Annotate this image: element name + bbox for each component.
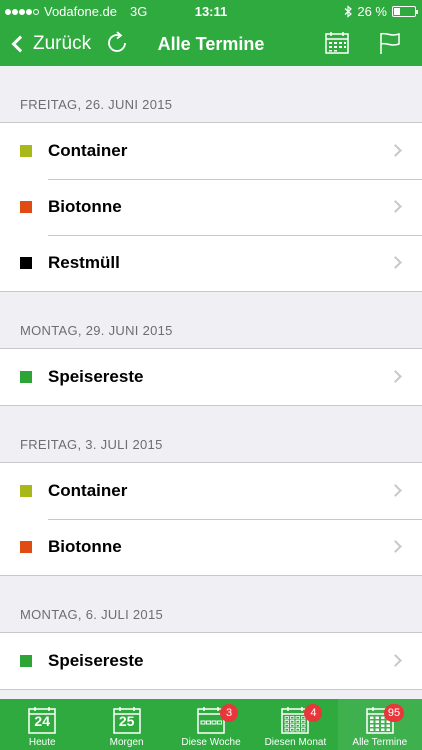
tab-label: Diesen Monat [264, 737, 327, 748]
list-item[interactable]: Container [0, 123, 422, 179]
section-header: FREITAG, 3. JULI 2015 [0, 406, 422, 462]
list-item[interactable]: Speisereste [0, 349, 422, 405]
tab-label: Morgen [109, 737, 144, 748]
list-item[interactable]: Container [0, 463, 422, 519]
section-rows: Speisereste [0, 348, 422, 406]
chevron-right-icon [389, 256, 402, 269]
list-item[interactable]: Restmüll [0, 235, 422, 291]
section-header: MONTAG, 29. JUNI 2015 [0, 292, 422, 348]
color-swatch [20, 655, 32, 667]
flag-icon[interactable] [378, 31, 402, 55]
list-item[interactable]: Biotonne [0, 179, 422, 235]
tab-day-number: 24 [34, 713, 50, 729]
battery-icon [392, 6, 418, 17]
tab-morgen[interactable]: 25 Morgen [84, 699, 168, 750]
color-swatch [20, 257, 32, 269]
tab-diesen-monat[interactable]: 4 Diesen Monat [253, 699, 337, 750]
section-date: MONTAG, 6. JULI 2015 [20, 607, 164, 622]
tab-badge: 4 [304, 704, 323, 722]
tab-day-number: 25 [118, 713, 135, 729]
list-item[interactable]: Speisereste [0, 633, 422, 689]
battery-fill [394, 8, 400, 15]
tab-bar: 24 Heute 25 Morgen 3 Diese Woche 4 Diesen Monat… [0, 699, 422, 750]
section-date: FREITAG, 3. JULI 2015 [20, 437, 163, 452]
section-rows: Speisereste [0, 632, 422, 690]
appointment-list[interactable]: FREITAG, 26. JUNI 2015 Container Biotonne R… [0, 66, 422, 699]
list-item-label: Biotonne [48, 197, 122, 216]
app-header: Vodafone.de 3G 13:11 26 % Zurück Alle Te… [0, 0, 422, 66]
tab-label: Heute [28, 737, 56, 748]
back-button[interactable]: Zurück [10, 30, 91, 58]
list-item-label: Biotonne [48, 537, 122, 556]
chevron-right-icon [389, 144, 402, 157]
chevron-right-icon [389, 370, 402, 383]
chevron-left-icon [11, 35, 29, 53]
color-swatch [20, 485, 32, 497]
color-swatch [20, 371, 32, 383]
list-item[interactable]: Biotonne [0, 519, 422, 575]
tab-diese-woche[interactable]: 3 Diese Woche [169, 699, 253, 750]
chevron-right-icon [389, 540, 402, 553]
section-date: FREITAG, 26. JUNI 2015 [20, 97, 173, 112]
section-header: FREITAG, 26. JUNI 2015 [0, 66, 422, 122]
color-swatch [20, 145, 32, 157]
chevron-right-icon [389, 200, 402, 213]
list-item-label: Restmüll [48, 253, 120, 272]
section-rows: Container Biotonne [0, 462, 422, 576]
calendar-icon[interactable] [325, 31, 349, 55]
list-item-label: Speisereste [48, 367, 144, 386]
chevron-right-icon [389, 484, 402, 497]
refresh-icon[interactable] [104, 30, 130, 56]
color-swatch [20, 201, 32, 213]
tab-label: Diese Woche [181, 737, 241, 748]
list-item-label: Container [48, 141, 128, 160]
status-right: 26 % [344, 4, 418, 19]
tab-label: Alle Termine [352, 737, 408, 748]
section-date: MONTAG, 29. JUNI 2015 [20, 323, 173, 338]
tab-heute[interactable]: 24 Heute [0, 699, 84, 750]
tab-badge: 95 [383, 704, 405, 722]
section-header: MONTAG, 6. JULI 2015 [0, 576, 422, 632]
list-item-label: Speisereste [48, 651, 144, 670]
tab-badge: 3 [220, 704, 239, 722]
navigation-bar: Zurück Alle Termine [0, 22, 422, 66]
bluetooth-icon [344, 5, 353, 18]
color-swatch [20, 541, 32, 553]
status-bar: Vodafone.de 3G 13:11 26 % [0, 0, 422, 22]
section-rows: Container Biotonne Restmüll [0, 122, 422, 292]
battery-percentage: 26 % [357, 4, 387, 19]
tab-alle-termine[interactable]: 95 Alle Termine [337, 699, 422, 750]
list-item-label: Container [48, 481, 128, 500]
chevron-right-icon [389, 654, 402, 667]
back-button-label: Zurück [33, 33, 92, 54]
